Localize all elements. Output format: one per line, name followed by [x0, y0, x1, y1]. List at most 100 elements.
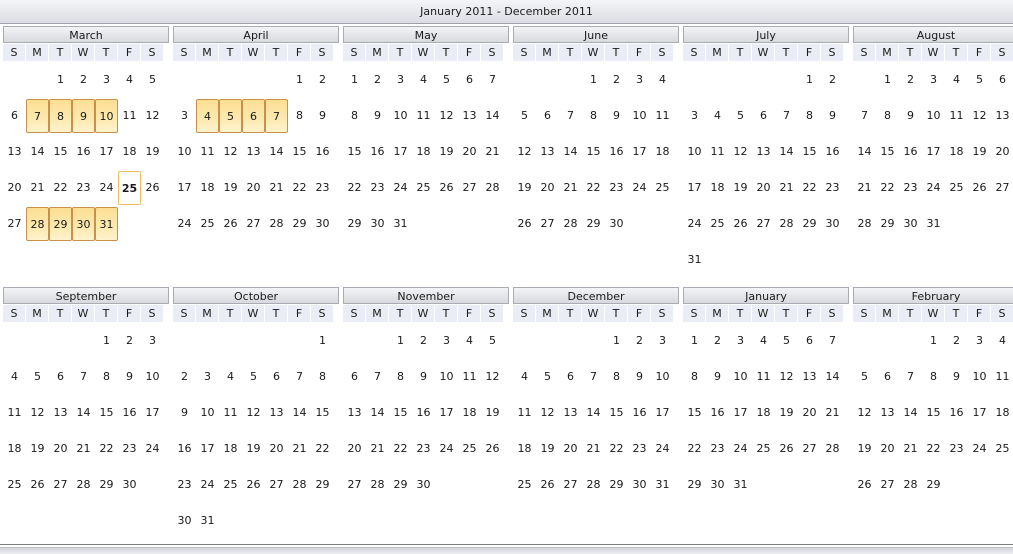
day-cell[interactable]: 18: [706, 171, 729, 205]
day-cell[interactable]: 8: [798, 99, 821, 133]
day-cell[interactable]: 8: [876, 99, 899, 133]
day-cell[interactable]: 6: [991, 63, 1013, 97]
day-cell[interactable]: 4: [706, 99, 729, 133]
day-cell[interactable]: 13: [458, 99, 481, 133]
day-cell[interactable]: 23: [118, 432, 141, 466]
day-cell[interactable]: 12: [219, 135, 242, 169]
day-cell[interactable]: 17: [968, 396, 991, 430]
day-cell[interactable]: 15: [95, 396, 118, 430]
day-cell[interactable]: 14: [366, 396, 389, 430]
day-cell[interactable]: 21: [26, 171, 49, 205]
day-cell[interactable]: 30: [899, 207, 922, 241]
day-cell[interactable]: 1: [605, 324, 628, 358]
day-cell[interactable]: 25: [118, 171, 141, 205]
day-cell[interactable]: 23: [72, 171, 95, 205]
day-cell[interactable]: 28: [72, 468, 95, 502]
day-cell[interactable]: 27: [559, 468, 582, 502]
day-cell[interactable]: 4: [219, 360, 242, 394]
day-cell[interactable]: 6: [343, 360, 366, 394]
day-cell[interactable]: 3: [922, 63, 945, 97]
day-cell[interactable]: 31: [683, 243, 706, 277]
day-cell[interactable]: 17: [435, 396, 458, 430]
day-cell[interactable]: 18: [196, 171, 219, 205]
month-header[interactable]: June: [513, 26, 679, 43]
day-cell[interactable]: 21: [899, 432, 922, 466]
day-cell[interactable]: 20: [49, 432, 72, 466]
day-cell[interactable]: 31: [389, 207, 412, 241]
day-cell[interactable]: 2: [821, 63, 844, 97]
day-cell[interactable]: 3: [435, 324, 458, 358]
day-cell[interactable]: 24: [435, 432, 458, 466]
day-cell[interactable]: 7: [821, 324, 844, 358]
day-cell[interactable]: 26: [435, 171, 458, 205]
day-cell[interactable]: 31: [651, 468, 674, 502]
day-cell[interactable]: 5: [729, 99, 752, 133]
day-cell[interactable]: 24: [196, 468, 219, 502]
day-cell[interactable]: 10: [435, 360, 458, 394]
day-cell[interactable]: 10: [389, 99, 412, 133]
day-cell[interactable]: 2: [412, 324, 435, 358]
day-cell[interactable]: 17: [141, 396, 164, 430]
day-cell[interactable]: 15: [343, 135, 366, 169]
day-cell[interactable]: 6: [752, 99, 775, 133]
day-cell[interactable]: 19: [853, 432, 876, 466]
day-cell[interactable]: 26: [513, 207, 536, 241]
day-cell[interactable]: 31: [922, 207, 945, 241]
day-cell[interactable]: 14: [853, 135, 876, 169]
day-cell[interactable]: 19: [513, 171, 536, 205]
day-cell[interactable]: 17: [628, 135, 651, 169]
day-cell[interactable]: 10: [628, 99, 651, 133]
day-cell[interactable]: 15: [922, 396, 945, 430]
day-cell[interactable]: 1: [876, 63, 899, 97]
day-cell[interactable]: 4: [513, 360, 536, 394]
day-cell[interactable]: 15: [876, 135, 899, 169]
day-cell[interactable]: 23: [628, 432, 651, 466]
day-cell[interactable]: 13: [3, 135, 26, 169]
day-cell[interactable]: 2: [72, 63, 95, 97]
day-cell[interactable]: 29: [389, 468, 412, 502]
day-cell[interactable]: 29: [95, 468, 118, 502]
day-cell[interactable]: 12: [481, 360, 504, 394]
day-cell[interactable]: 3: [968, 324, 991, 358]
day-cell[interactable]: 25: [945, 171, 968, 205]
day-cell[interactable]: 11: [219, 396, 242, 430]
day-cell[interactable]: 28: [899, 468, 922, 502]
day-cell[interactable]: 24: [651, 432, 674, 466]
day-cell[interactable]: 30: [173, 504, 196, 538]
day-cell[interactable]: 19: [242, 432, 265, 466]
day-cell[interactable]: 23: [173, 468, 196, 502]
day-cell[interactable]: 4: [752, 324, 775, 358]
day-cell[interactable]: 8: [343, 99, 366, 133]
day-cell[interactable]: 26: [26, 468, 49, 502]
day-cell[interactable]: 1: [683, 324, 706, 358]
day-cell[interactable]: 11: [752, 360, 775, 394]
day-cell[interactable]: 24: [683, 207, 706, 241]
day-cell[interactable]: 8: [389, 360, 412, 394]
day-cell[interactable]: 28: [26, 207, 49, 241]
day-cell[interactable]: 2: [173, 360, 196, 394]
day-cell[interactable]: 9: [945, 360, 968, 394]
day-cell[interactable]: 10: [922, 99, 945, 133]
day-cell[interactable]: 26: [729, 207, 752, 241]
day-cell[interactable]: 12: [435, 99, 458, 133]
day-cell[interactable]: 4: [118, 63, 141, 97]
day-cell[interactable]: 22: [582, 171, 605, 205]
day-cell[interactable]: 16: [706, 396, 729, 430]
day-cell[interactable]: 30: [366, 207, 389, 241]
day-cell[interactable]: 14: [821, 360, 844, 394]
day-cell[interactable]: 24: [922, 171, 945, 205]
day-cell[interactable]: 20: [752, 171, 775, 205]
day-cell[interactable]: 10: [141, 360, 164, 394]
day-cell[interactable]: 28: [288, 468, 311, 502]
day-cell[interactable]: 15: [798, 135, 821, 169]
day-cell[interactable]: 5: [141, 63, 164, 97]
day-cell[interactable]: 18: [752, 396, 775, 430]
day-cell[interactable]: 11: [991, 360, 1013, 394]
day-cell[interactable]: 23: [706, 432, 729, 466]
day-cell[interactable]: 15: [683, 396, 706, 430]
day-cell[interactable]: 4: [412, 63, 435, 97]
day-cell[interactable]: 1: [311, 324, 334, 358]
day-cell[interactable]: 16: [118, 396, 141, 430]
day-cell[interactable]: 5: [242, 360, 265, 394]
day-cell[interactable]: 8: [605, 360, 628, 394]
